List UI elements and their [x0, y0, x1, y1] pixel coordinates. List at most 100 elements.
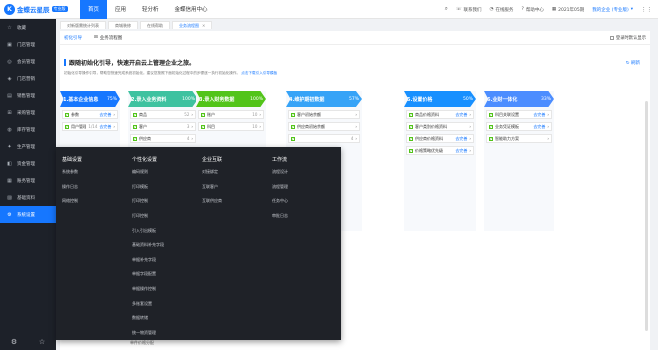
sidebar-item-label: 基础资料 [17, 195, 35, 201]
online-service-link[interactable]: ◔ 在线服务 [490, 7, 514, 13]
step-task-row[interactable]: ✓ 价格策略优先级 去完善 › [406, 146, 474, 155]
complete-link[interactable]: 去完善 [455, 112, 467, 118]
menu-item[interactable]: 互联客户 [202, 180, 222, 195]
complete-link[interactable]: 去完善 [455, 148, 467, 154]
help-center-link[interactable]: ? 帮助中心 [521, 7, 543, 13]
step-task-row[interactable]: ✓ 客户初始余额 › [288, 110, 360, 119]
complete-link[interactable]: 去完善 [533, 124, 545, 130]
menu-item[interactable]: 单据字段配置 [132, 267, 164, 282]
step-task-row[interactable]: ✓ 供应商价格资料 去完善 › [406, 134, 474, 143]
menu-item[interactable]: 操作日志 [62, 180, 82, 195]
menu-item[interactable]: 打印控制 [132, 209, 164, 224]
menu-item[interactable]: 编码规则 [132, 165, 164, 180]
menu-item[interactable]: 单据补充字段 [132, 253, 164, 268]
step-task-row[interactable]: ✓ 参数 去完善 › [62, 110, 118, 119]
menu-item[interactable]: 系统参数 [62, 165, 82, 180]
complete-link[interactable]: 去完善 [455, 136, 467, 142]
step-task-row[interactable]: ✓ 业务凭证模板 去完善 › [486, 122, 552, 131]
menu-item[interactable]: 数据转储 [132, 311, 164, 326]
menu-item[interactable]: 打印模板 [132, 180, 164, 195]
menu-item[interactable]: 任务中心 [272, 194, 288, 209]
step-header[interactable]: 1.基本企业信息 75% [60, 91, 120, 107]
app-logo[interactable]: K 金蝶云星辰 专业版 [0, 0, 80, 19]
step-task-row[interactable]: ✓ 科目关联设置 去完善 › [486, 110, 552, 119]
star-bottom-icon[interactable]: ☆ [39, 338, 45, 346]
tab-stats-list[interactable]: 对新版需统计列表 [60, 21, 106, 29]
menu-item[interactable]: 单据操作控制 [132, 282, 164, 297]
menu-item[interactable]: 对接绑定 [202, 165, 222, 180]
menu-item[interactable]: 基础资料补充字段 [132, 238, 164, 253]
menu-item[interactable]: 流程管理 [272, 180, 288, 195]
complete-link[interactable]: 去完善 [533, 112, 545, 118]
step-task-row[interactable]: ✓ 4 › [288, 134, 360, 143]
sidebar-item-basic-data[interactable]: ▨ 基础资料 [0, 189, 56, 206]
menu-item[interactable]: 网络控制 [62, 194, 82, 209]
sidebar-item-inventory[interactable]: ◍ 库存管理 [0, 121, 56, 138]
tab-online-help[interactable]: 在线帮助 [140, 21, 170, 29]
step-header[interactable]: 6.业财一体化 33% [484, 91, 554, 107]
check-icon: ✓ [201, 124, 205, 129]
tab-business-flow[interactable]: 业务流程图 ✕ [172, 21, 213, 29]
sidebar-item-purchase[interactable]: ⊞ 采购管理 [0, 104, 56, 121]
sidebar-item-sales[interactable]: ▤ 销售管理 [0, 87, 56, 104]
step-header[interactable]: 4.维护期初数据 57% [286, 91, 362, 107]
menu-item[interactable]: 多账套设置 [132, 296, 164, 311]
step-task-row[interactable]: ✓ 客户类别价格资料 › [406, 122, 474, 131]
scrollbar[interactable] [645, 101, 648, 331]
sidebar-item-production[interactable]: ✦ 生产管理 [0, 138, 56, 155]
step-task-row[interactable]: ✓ 智能助力方案 › [486, 134, 552, 143]
nav-home[interactable]: 首页 [80, 0, 108, 19]
show-on-login-toggle[interactable]: 登录时默认显示 [609, 35, 646, 41]
company-switcher[interactable]: 我的企业 (专业版) ▾ [592, 7, 633, 13]
step-task-row[interactable]: ✓ 科目 10 › [198, 122, 264, 131]
settings-bottom-icon[interactable]: ⚙ [11, 338, 17, 346]
chevron-right-icon: › [113, 124, 115, 129]
close-icon[interactable]: ✕ [202, 23, 205, 28]
complete-link[interactable]: 去完善 [99, 112, 111, 118]
subtab-business-flow[interactable]: ⊟ 业务流程图 [94, 35, 122, 41]
tab-mall-decor[interactable]: 商城装修 [108, 21, 138, 29]
step-task-row[interactable]: ✓ 用户管理 1/14 去完善 › [62, 122, 118, 131]
sidebar-item-marketing[interactable]: ◈ 门店营销 [0, 70, 56, 87]
nav-light-analysis[interactable]: 轻分析 [134, 0, 167, 19]
sidebar-item-accounting[interactable]: ▦ 账务管理 [0, 172, 56, 189]
menu-item[interactable]: 互联供应商 [202, 194, 222, 209]
step-header[interactable]: 3.录入财务数据 100% [196, 91, 266, 107]
chevron-right-icon: › [355, 124, 357, 129]
menu-item[interactable]: 打印控制 [132, 194, 164, 209]
step-task-row[interactable]: ✓ 商品 52 › [130, 110, 196, 119]
sidebar-item-fund[interactable]: ◧ 资金管理 [0, 155, 56, 172]
menu-item[interactable]: 审批日志 [272, 209, 288, 224]
step-task-row[interactable]: ✓ 账户 10 › [198, 110, 264, 119]
menu-item[interactable]: 流程设计 [272, 165, 288, 180]
sidebar-item-label: 资金管理 [17, 161, 35, 167]
menu-column: 个性化设置 编码规则 打印模板 打印控制 打印控制 引入引出模板 基础资料补充字段 单据补充字… [132, 153, 164, 340]
sidebar-item-member[interactable]: ◎ 会员管理 [0, 53, 56, 70]
nav-credit-center[interactable]: 金蝶信用中心 [167, 0, 216, 19]
step-task-row[interactable]: ✓ 商品价格资料 去完善 › [406, 110, 474, 119]
menu-item[interactable]: 统一物资管理 [132, 326, 164, 341]
step-header[interactable]: 5.设置价格 50% [404, 91, 476, 107]
grid-icon[interactable]: ⋮⋮ [641, 7, 652, 13]
step-task-row[interactable]: ✓ 客户 3 › [130, 122, 196, 131]
menu-item[interactable]: 引入引出模板 [132, 223, 164, 238]
step-header[interactable]: 2.录入业务资料 100% [128, 91, 198, 107]
period-selector[interactable]: ▦ 2021年05期 [552, 7, 584, 13]
checkbox[interactable] [609, 36, 614, 40]
sidebar-item-settings[interactable]: ⚙ 系统设置 [0, 206, 56, 223]
contact-us-link[interactable]: ☏ 联系我们 [456, 7, 482, 13]
step-task-row[interactable]: ✓ 供应商初始余额 › [288, 122, 360, 131]
sidebar-item-label: 门店管理 [17, 42, 35, 48]
check-icon: ✓ [291, 136, 295, 141]
nav-apps[interactable]: 应用 [107, 0, 134, 19]
complete-link[interactable]: 去完善 [99, 124, 111, 130]
sidebar-item-star[interactable]: ☆ 收藏 [0, 19, 56, 36]
headset-icon: ◔ [489, 7, 494, 12]
sidebar-item-label: 采购管理 [17, 110, 35, 116]
download-template-link[interactable]: 点击下载引入引导模板 [241, 71, 277, 75]
sidebar-item-store[interactable]: ▣ 门店管理 [0, 36, 56, 53]
subtab-init-guide[interactable]: 初化引导 [64, 35, 82, 41]
step-task-row[interactable]: ✓ 供应商 4 › [130, 134, 196, 143]
search-icon[interactable]: ⌕ [445, 6, 448, 13]
refresh-button[interactable]: ↻ 刷新 [626, 60, 640, 66]
